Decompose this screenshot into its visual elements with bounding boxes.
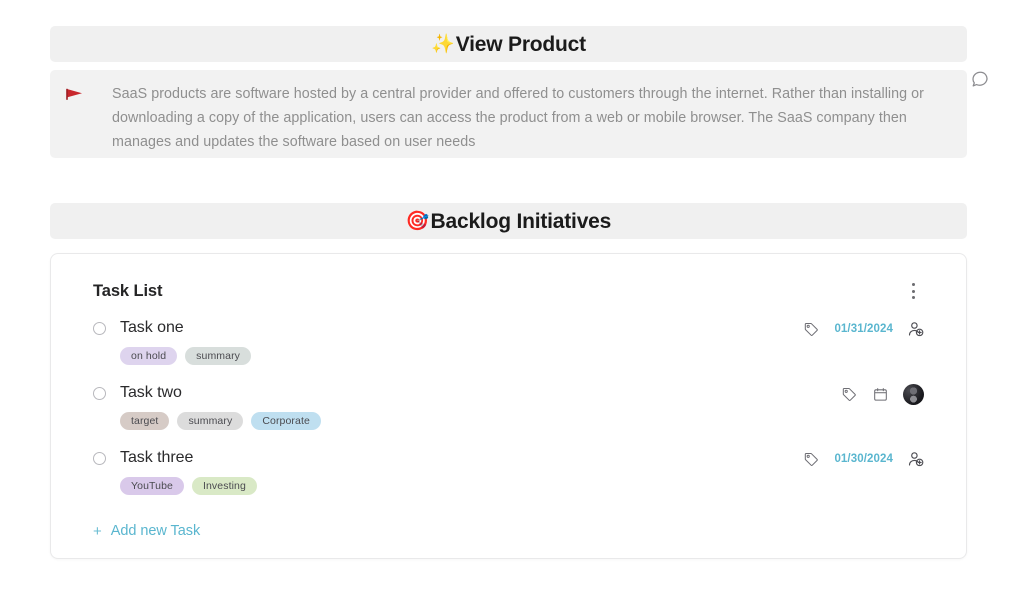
task-label[interactable]: Task three	[120, 449, 193, 467]
task-list: Task one 01/31/2024 on hold summary Task two…	[79, 314, 938, 509]
banner-view-product: ✨ View Product	[50, 26, 967, 62]
task-tag[interactable]: target	[120, 412, 170, 430]
tag-icon[interactable]	[803, 451, 820, 468]
task-label[interactable]: Task one	[120, 319, 184, 337]
task-row: Task three 01/30/2024 YouTube Investing	[79, 444, 938, 509]
task-checkbox[interactable]	[93, 451, 106, 465]
task-tag[interactable]: Investing	[191, 477, 257, 495]
avatar[interactable]	[903, 383, 924, 405]
task-tag[interactable]: Corporate	[251, 412, 321, 430]
tag-icon[interactable]	[841, 386, 858, 403]
plus-icon: +	[93, 522, 102, 540]
task-main: Task one	[93, 314, 924, 342]
product-description-text: SaaS products are software hosted by a c…	[112, 86, 924, 150]
task-checkbox[interactable]	[93, 386, 106, 400]
task-tag[interactable]: summary	[185, 347, 252, 365]
app-root: ✨ View Product SaaS products are softwar…	[0, 0, 1024, 597]
task-checkbox[interactable]	[93, 321, 106, 335]
task-tag[interactable]: YouTube	[120, 477, 184, 495]
task-tag[interactable]: summary	[177, 412, 244, 430]
task-tag-row: target summary Corporate	[93, 412, 924, 430]
product-description-callout: SaaS products are software hosted by a c…	[50, 70, 967, 158]
calendar-icon[interactable]	[872, 386, 889, 403]
kebab-dot	[911, 289, 915, 293]
dart-target-icon: 🎯	[405, 210, 430, 232]
sparkles-icon: ✨	[431, 33, 455, 55]
task-due-date[interactable]: 01/31/2024	[834, 323, 893, 335]
task-main: Task two	[93, 379, 924, 407]
add-new-task-label: Add new Task	[110, 523, 201, 539]
task-list-card: Task List Task one 01/31/2024 on hold summa…	[50, 253, 967, 559]
add-person-icon[interactable]	[907, 321, 924, 338]
task-tag-row: YouTube Investing	[93, 477, 924, 495]
task-tag-row: on hold summary	[93, 347, 924, 365]
task-label[interactable]: Task two	[120, 384, 182, 402]
task-meta: 01/30/2024	[803, 448, 924, 470]
comment-bubble-icon[interactable]	[969, 68, 991, 90]
task-main: Task three	[93, 444, 924, 472]
task-tag[interactable]: on hold	[120, 347, 178, 365]
add-person-icon[interactable]	[907, 451, 924, 468]
red-triangle-marker-icon	[66, 82, 92, 146]
task-meta: 01/31/2024	[803, 318, 924, 340]
task-list-header: Task List	[79, 276, 938, 306]
banner-view-product-title: View Product	[455, 32, 586, 56]
task-row: Task two target summary Corporate	[79, 379, 938, 444]
banner-backlog-title: Backlog Initiatives	[430, 209, 612, 233]
kebab-dot	[911, 296, 915, 299]
task-due-date[interactable]: 01/30/2024	[834, 453, 893, 465]
more-vertical-icon[interactable]	[902, 280, 924, 302]
banner-backlog-initiatives: 🎯 Backlog Initiatives	[50, 203, 967, 239]
task-meta	[841, 383, 924, 405]
tag-icon[interactable]	[803, 321, 820, 338]
kebab-dot	[911, 283, 915, 286]
add-new-task-button[interactable]: + Add new Task	[79, 519, 214, 543]
task-row: Task one 01/31/2024 on hold summary	[79, 314, 938, 379]
task-list-title: Task List	[93, 281, 163, 300]
